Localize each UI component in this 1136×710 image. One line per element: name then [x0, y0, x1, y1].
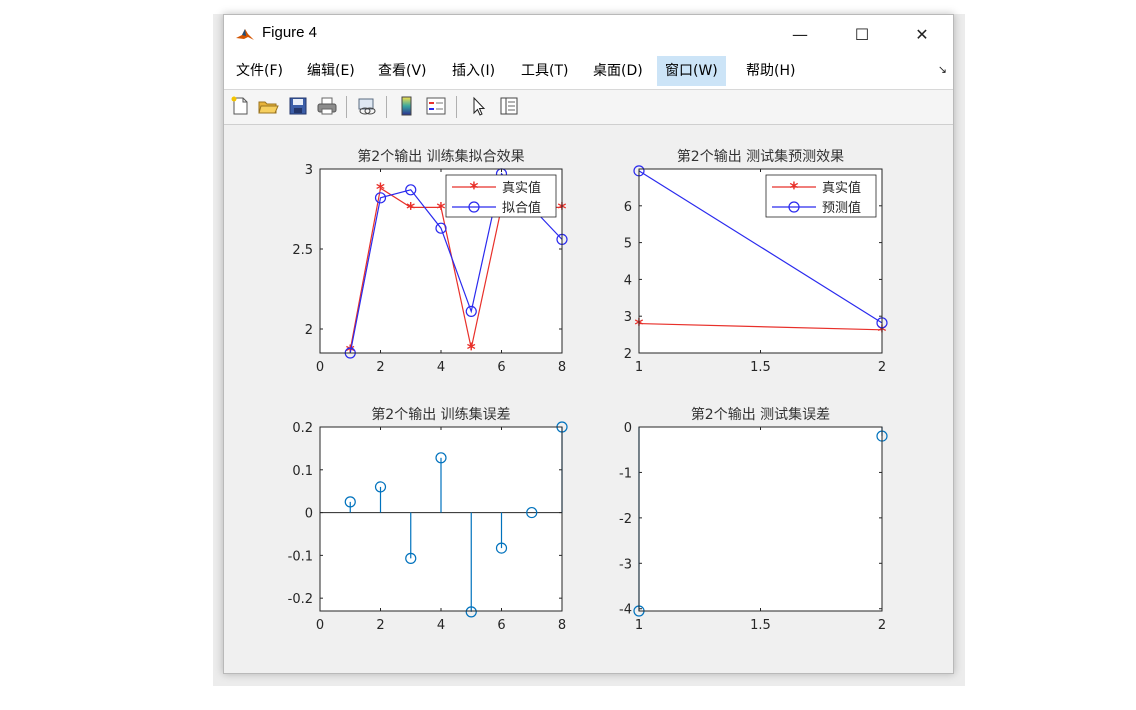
- x-tick-label: 1: [635, 360, 643, 375]
- data-point: *: [467, 340, 476, 360]
- menu-help[interactable]: 帮助(H): [738, 56, 803, 86]
- data-point: *: [406, 199, 415, 219]
- subplot-2: 第2个输出 测试集预测效果1 1.5 223456* ** 真实值预测值: [624, 148, 888, 375]
- legend-marker: *: [790, 179, 799, 199]
- menu-insert[interactable]: 插入(I): [444, 56, 503, 86]
- toolbar: [224, 90, 953, 125]
- window-title: Figure 4: [262, 24, 318, 41]
- dock-arrow-icon[interactable]: ↘: [938, 63, 947, 76]
- property-inspector-icon[interactable]: [498, 95, 520, 117]
- y-tick-label: -0.1: [288, 549, 313, 564]
- y-tick-label: 6: [624, 200, 632, 215]
- close-button[interactable]: ✕: [899, 15, 945, 53]
- colorbar-icon[interactable]: [396, 95, 418, 117]
- y-tick-label: 0.2: [292, 421, 313, 436]
- axes-background: [639, 427, 882, 611]
- save-icon[interactable]: [287, 95, 309, 117]
- y-tick-label: 2: [305, 323, 313, 338]
- legend-icon[interactable]: [425, 95, 447, 117]
- menu-window[interactable]: 窗口(W): [657, 56, 726, 86]
- minimize-button[interactable]: —: [777, 15, 823, 53]
- x-tick-label: 0: [316, 360, 324, 375]
- y-tick-label: 0: [624, 421, 632, 436]
- new-figure-icon[interactable]: [229, 95, 251, 117]
- background-panel: [213, 14, 223, 686]
- x-tick-label: 2: [376, 360, 384, 375]
- y-tick-label: 2: [624, 347, 632, 362]
- chart-title: 第2个输出 测试集预测效果: [677, 148, 844, 165]
- x-tick-label: 0: [316, 618, 324, 633]
- subplot-3: 第2个输出 训练集误差 0 2 4 6 8 -0.2 -0.1 0 0.1 0.2: [288, 406, 568, 633]
- x-tick-label: 4: [437, 360, 445, 375]
- y-tick-label: 2.5: [292, 243, 313, 258]
- y-tick-label: 0: [305, 507, 313, 522]
- x-tick-label: 4: [437, 618, 445, 633]
- y-tick-label: -0.2: [288, 592, 313, 607]
- figure-canvas: 第2个输出 训练集拟合效果0246822.53*********真实值拟合值第2…: [224, 125, 953, 673]
- background-panel: [213, 672, 965, 686]
- legend-label: 真实值: [822, 180, 861, 196]
- x-tick-label: 1.5: [750, 360, 771, 375]
- figure-window: Figure 4 — ☐ ✕ 文件(F) 编辑(E) 查看(V) 插入(I) 工…: [223, 14, 954, 674]
- menu-tools[interactable]: 工具(T): [513, 56, 576, 86]
- x-tick-label: 1.5: [750, 618, 771, 633]
- chart-title: 第2个输出 测试集误差: [691, 406, 830, 423]
- menu-file[interactable]: 文件(F): [228, 56, 291, 86]
- x-tick-label: 6: [497, 360, 505, 375]
- chart-title: 第2个输出 训练集误差: [371, 406, 510, 423]
- x-tick-label: 1: [635, 618, 643, 633]
- link-plot-icon[interactable]: [356, 95, 378, 117]
- menu-bar: 文件(F) 编辑(E) 查看(V) 插入(I) 工具(T) 桌面(D) 窗口(W…: [224, 53, 953, 90]
- x-tick-label: 2: [376, 618, 384, 633]
- x-tick-label: 2: [878, 618, 886, 633]
- y-tick-label: 5: [624, 237, 632, 252]
- subplot-1: 第2个输出 训练集拟合效果0246822.53*********真实值拟合值: [292, 148, 568, 375]
- data-point: *: [437, 199, 446, 219]
- chart-title: 第2个输出 训练集拟合效果: [357, 148, 524, 165]
- subplots-svg: 第2个输出 训练集拟合效果0246822.53*********真实值拟合值第2…: [288, 148, 888, 633]
- y-tick-label: -4: [619, 603, 632, 618]
- legend-label: 拟合值: [502, 200, 541, 216]
- y-tick-label: 3: [624, 310, 632, 325]
- x-tick-label: 8: [558, 360, 566, 375]
- toolbar-separator: [456, 96, 457, 118]
- x-tick-label: 2: [878, 360, 886, 375]
- y-tick-label: 4: [624, 273, 632, 288]
- y-tick-label: -2: [619, 512, 632, 527]
- legend-label: 预测值: [822, 200, 861, 216]
- subplot-4: 第2个输出 测试集误差 1 1.5 2 -4 -3 -2 -1 0: [619, 406, 888, 633]
- open-file-icon[interactable]: [257, 95, 279, 117]
- menu-desktop[interactable]: 桌面(D): [585, 56, 651, 86]
- y-tick-label: 0.1: [292, 464, 313, 479]
- y-tick-label: 3: [305, 163, 313, 178]
- y-tick-label: -3: [619, 557, 632, 572]
- menu-edit[interactable]: 编辑(E): [299, 56, 363, 86]
- maximize-button[interactable]: ☐: [839, 15, 885, 53]
- y-tick-label: -1: [619, 466, 632, 481]
- legend-label: 真实值: [502, 180, 541, 196]
- toolbar-separator: [386, 96, 387, 118]
- print-icon[interactable]: [316, 95, 338, 117]
- pointer-icon[interactable]: [468, 95, 490, 117]
- legend-marker: *: [470, 179, 479, 199]
- axes-background: [320, 427, 562, 611]
- x-tick-label: 8: [558, 618, 566, 633]
- toolbar-separator: [346, 96, 347, 118]
- x-tick-label: 6: [497, 618, 505, 633]
- title-bar: Figure 4 — ☐ ✕: [224, 15, 953, 53]
- menu-view[interactable]: 查看(V): [370, 56, 435, 86]
- matlab-logo-icon: [235, 25, 255, 45]
